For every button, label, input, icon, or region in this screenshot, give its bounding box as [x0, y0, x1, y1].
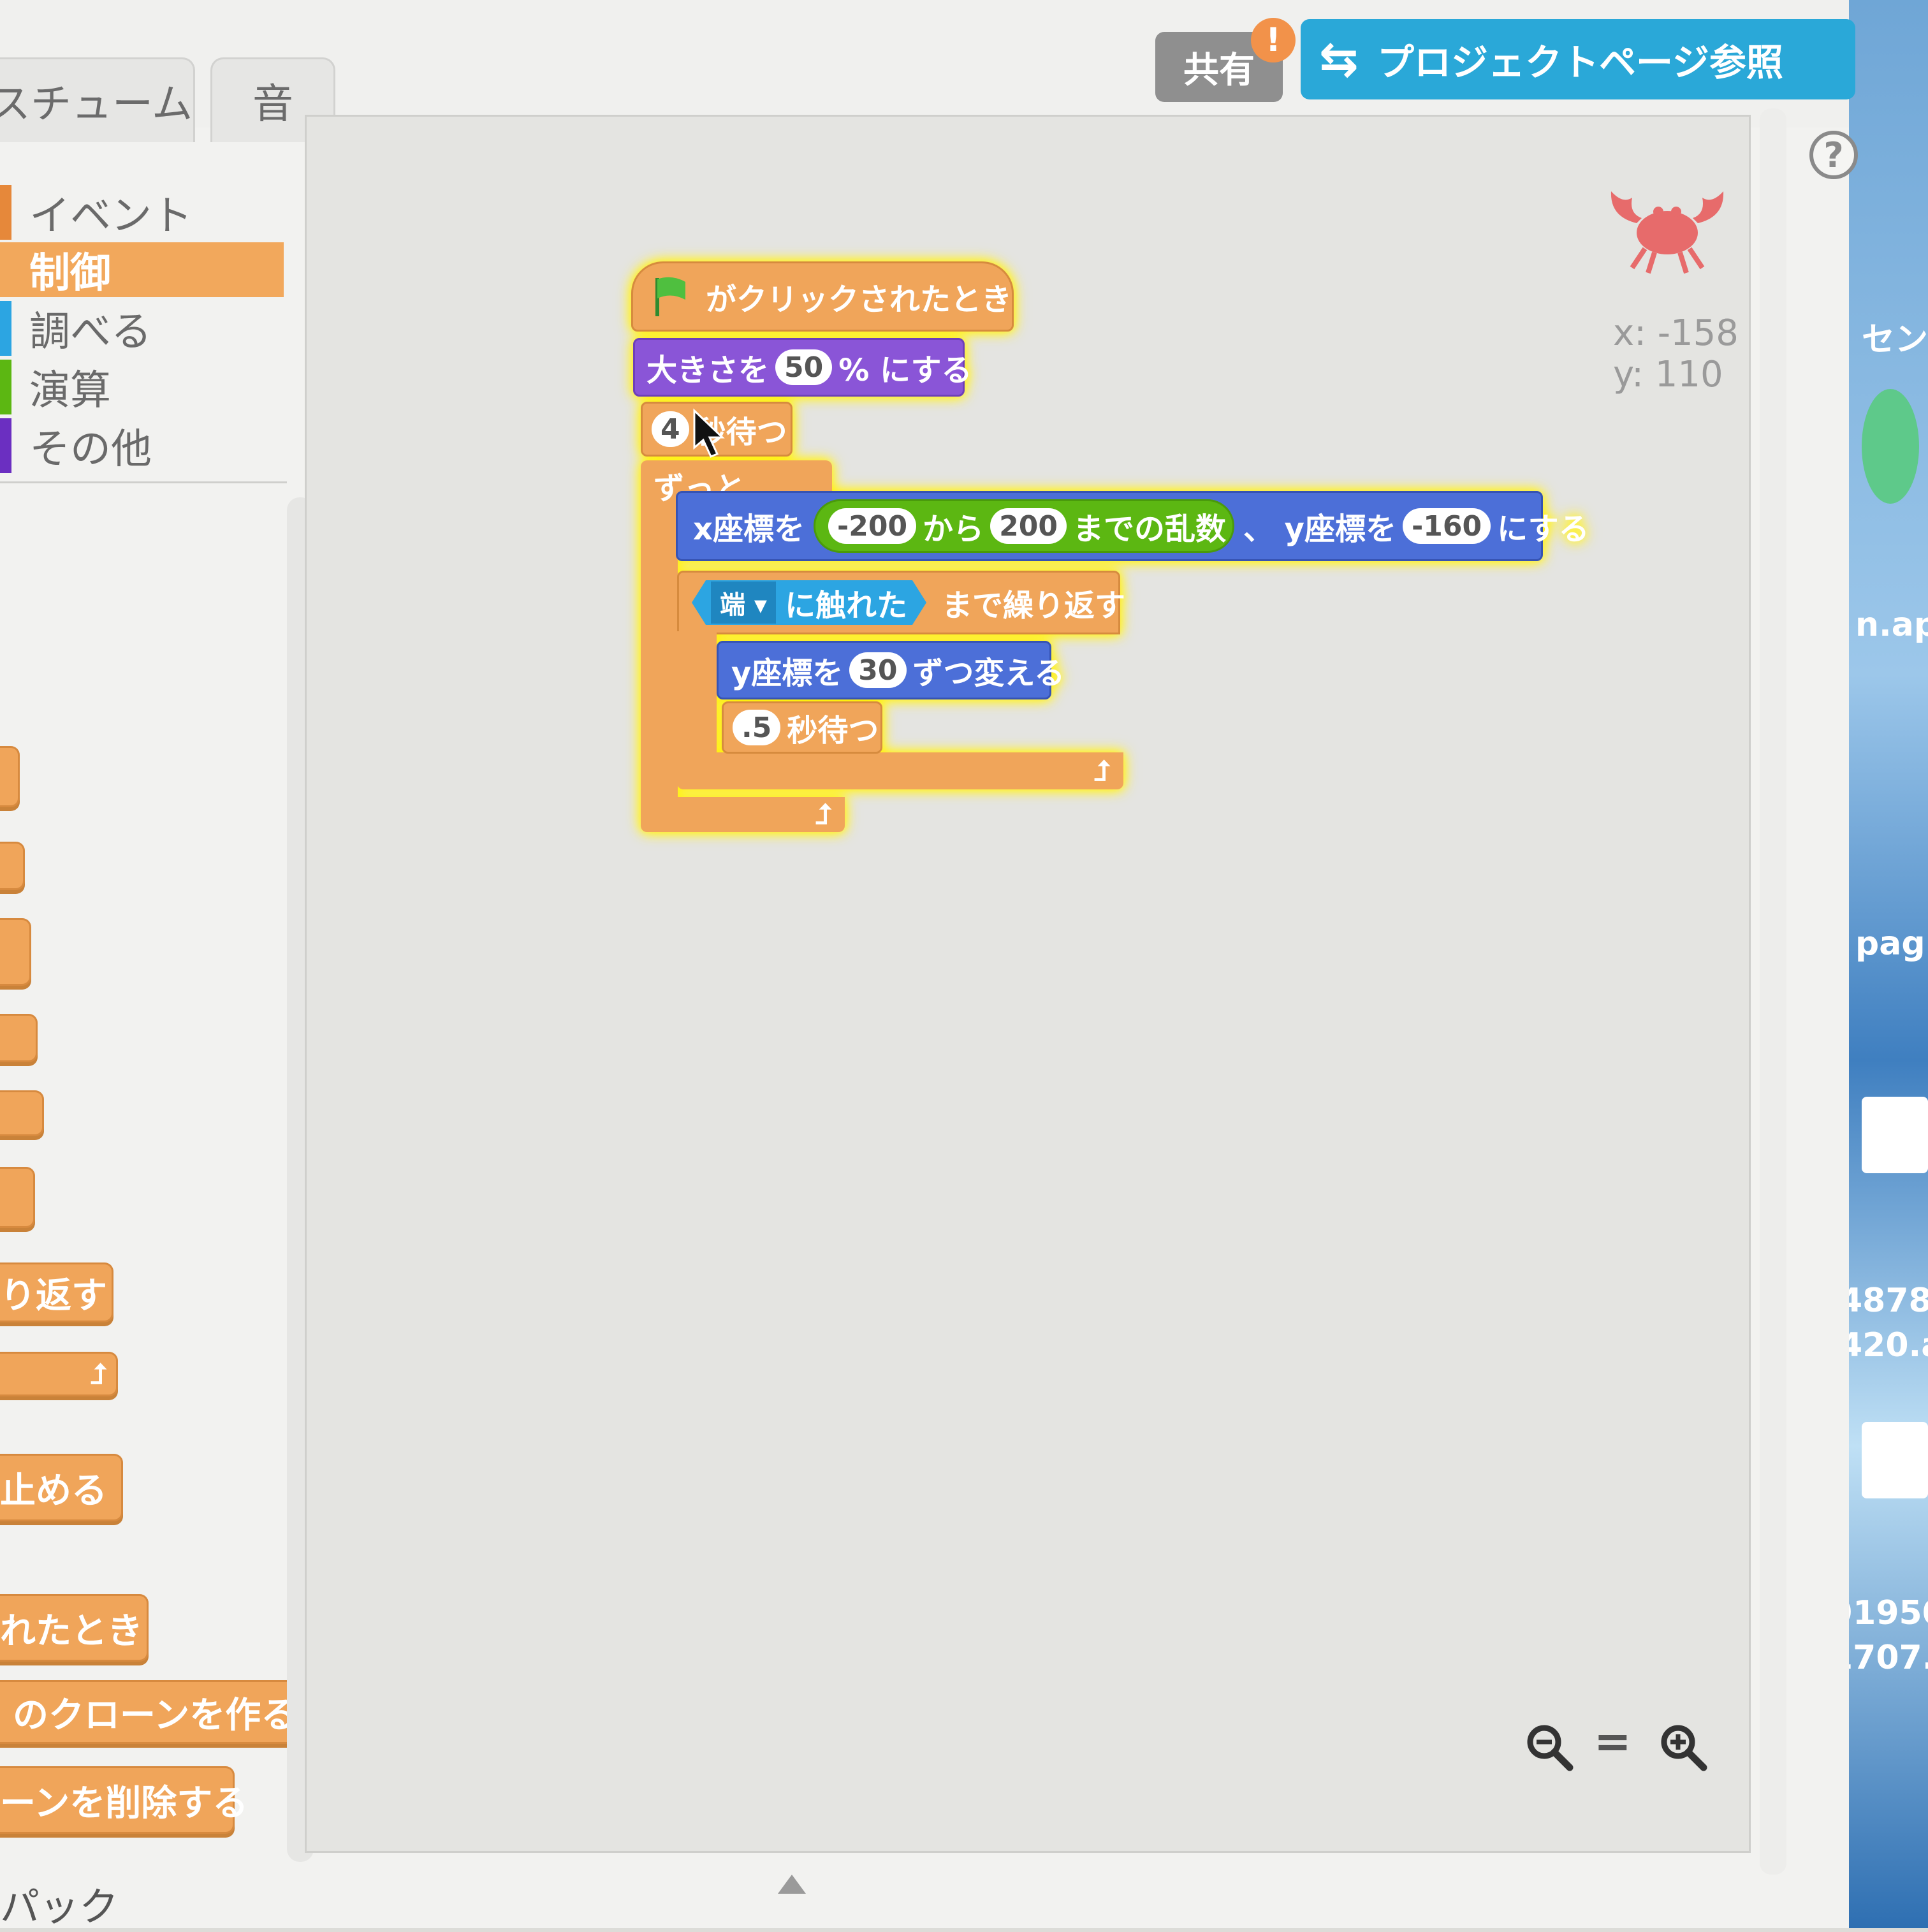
random-to-input[interactable]: 200: [990, 508, 1067, 544]
palette-block-delete-clone[interactable]: ーンを削除する: [0, 1766, 248, 1834]
desktop-label: セン: [1862, 321, 1928, 359]
palette-block[interactable]: [0, 918, 31, 986]
touching-dropdown[interactable]: 端 ▾: [711, 582, 777, 624]
category-label: その他: [29, 426, 152, 473]
palette-block-loop-end[interactable]: ⮥: [0, 1352, 118, 1396]
palette-block[interactable]: [0, 1090, 44, 1136]
sprite-x-readout: x: -158: [1613, 312, 1739, 354]
palette-block-repeat[interactable]: り返す: [0, 1262, 113, 1322]
desktop-label: pag: [1855, 925, 1925, 963]
desktop-label: n.ap: [1855, 606, 1928, 644]
block-label: まで繰り返す: [942, 588, 1126, 624]
size-percent-input[interactable]: 50: [775, 349, 833, 385]
block-label: 、 y座標を: [1243, 511, 1396, 547]
wait-block[interactable]: .5 秒待つ: [722, 701, 882, 754]
palette-block-label: ーンを削除する: [0, 1782, 249, 1824]
scripts-scrollbar[interactable]: [1760, 108, 1786, 1875]
backpack-label[interactable]: パック: [0, 1875, 119, 1932]
collapse-arrow-icon[interactable]: [778, 1875, 806, 1894]
forever-block-footer: ⮥: [641, 797, 845, 832]
category-swatch: [0, 185, 11, 240]
change-y-block[interactable]: y座標を 30 ずつ変える: [717, 641, 1065, 699]
block-label: がクリックされたとき: [705, 282, 1012, 318]
mouse-cursor-icon: [693, 408, 725, 458]
see-project-page-button[interactable]: ⇆ プロジェクトページ参照: [1301, 19, 1855, 99]
repeat-until-block[interactable]: 端 ▾ に触れた まで繰り返す: [677, 571, 1125, 634]
block-label: x座標を: [693, 511, 805, 547]
sprite-y-readout: y: 110: [1613, 354, 1723, 395]
block-label: ずつ変える: [912, 655, 1065, 691]
palette-block[interactable]: [0, 746, 20, 807]
category-more-blocks[interactable]: その他: [0, 418, 152, 473]
palette-block[interactable]: [0, 1167, 35, 1228]
desktop-app-icon[interactable]: [1862, 389, 1919, 504]
palette-divider: [0, 481, 287, 483]
category-swatch: [0, 418, 11, 473]
zoom-in-button[interactable]: [1658, 1722, 1709, 1783]
desktop-label: 420.a: [1839, 1326, 1928, 1365]
zoom-out-icon: [1527, 1725, 1574, 1771]
see-project-page-label: プロジェクトページ参照: [1377, 41, 1783, 84]
palette-block-when-start-as-clone[interactable]: れたとき: [0, 1594, 149, 1662]
when-flag-clicked-block[interactable]: がクリックされたとき: [631, 261, 1014, 332]
repeat-until-footer: ⮥: [677, 752, 1123, 789]
block-palette: イベント 制御 調べる 演算 その他 り返す ⮥ 止める れたとき のクローンを…: [0, 159, 312, 1894]
category-swatch: [0, 301, 11, 356]
palette-block-label: り返す: [0, 1275, 107, 1317]
category-swatch: [0, 360, 11, 414]
desktop-label: 4878: [1839, 1282, 1928, 1320]
repeat-until-arm: [677, 631, 717, 765]
palette-block[interactable]: [0, 842, 25, 890]
alert-icon: !: [1251, 18, 1296, 62]
green-flag-icon: [655, 277, 685, 316]
scratch-editor-window: スチューム 音 共有 ! ⇆ プロジェクトページ参照 イベント 制御 調べる 演…: [0, 0, 1858, 1930]
category-control[interactable]: 制御: [0, 242, 284, 297]
set-size-block[interactable]: 大きさを 50 % にする: [633, 338, 972, 397]
desktop-file-icon[interactable]: [1862, 1097, 1928, 1173]
desktop-file-icon[interactable]: [1862, 1422, 1928, 1498]
block-label: y座標を: [731, 655, 844, 691]
wait-seconds-input[interactable]: .5: [733, 710, 781, 745]
category-label: 調べる: [29, 309, 152, 356]
wait-seconds-input[interactable]: 4: [652, 411, 689, 447]
palette-block-stop[interactable]: 止める: [0, 1454, 123, 1521]
loop-arrow-icon: ⮥: [1094, 754, 1111, 787]
block-label: 大きさを: [646, 353, 770, 388]
palette-block-create-clone[interactable]: のクローンを作る: [0, 1680, 312, 1744]
change-y-input[interactable]: 30: [849, 652, 907, 688]
zoom-out-button[interactable]: [1524, 1722, 1575, 1783]
loop-arrow-icon: ⮥: [91, 1358, 107, 1391]
category-events[interactable]: イベント: [0, 185, 193, 240]
block-label: までの乱数: [1072, 511, 1226, 547]
y-position-input[interactable]: -160: [1402, 508, 1491, 544]
touching-edge-block[interactable]: 端 ▾ に触れた: [692, 580, 927, 625]
forever-block-arm: [641, 504, 678, 810]
tab-costumes[interactable]: スチューム: [0, 57, 195, 142]
scripts-area[interactable]: [305, 115, 1751, 1853]
category-label: イベント: [29, 193, 193, 240]
pick-random-block[interactable]: -200 から 200 までの乱数: [813, 499, 1234, 553]
category-label: 制御: [29, 250, 111, 297]
sync-arrows-icon: ⇆: [1318, 32, 1359, 87]
random-from-input[interactable]: -200: [828, 508, 917, 544]
block-label: から: [923, 511, 984, 547]
zoom-in-icon: [1661, 1725, 1707, 1771]
loop-arrow-icon: ⮥: [815, 798, 832, 831]
block-label: に触れた: [785, 588, 908, 624]
category-label: 演算: [29, 367, 111, 414]
zoom-reset-button[interactable]: =: [1594, 1715, 1632, 1767]
category-operators[interactable]: 演算: [0, 360, 111, 414]
block-label: にする: [1497, 511, 1589, 547]
palette-block[interactable]: [0, 1014, 38, 1062]
palette-block-label: れたとき: [0, 1610, 143, 1652]
block-label: % にする: [838, 353, 972, 388]
palette-block-label: 止める: [0, 1470, 107, 1512]
category-swatch: [0, 242, 11, 297]
palette-block-label: のクローンを作る: [13, 1694, 297, 1736]
crab-icon: [1610, 191, 1724, 274]
category-sensing[interactable]: 調べる: [0, 301, 152, 356]
help-button[interactable]: ?: [1809, 131, 1858, 179]
block-label: 秒待つ: [787, 713, 879, 749]
go-to-xy-block[interactable]: x座標を -200 から 200 までの乱数 、 y座標を -160 にする: [676, 491, 1589, 561]
